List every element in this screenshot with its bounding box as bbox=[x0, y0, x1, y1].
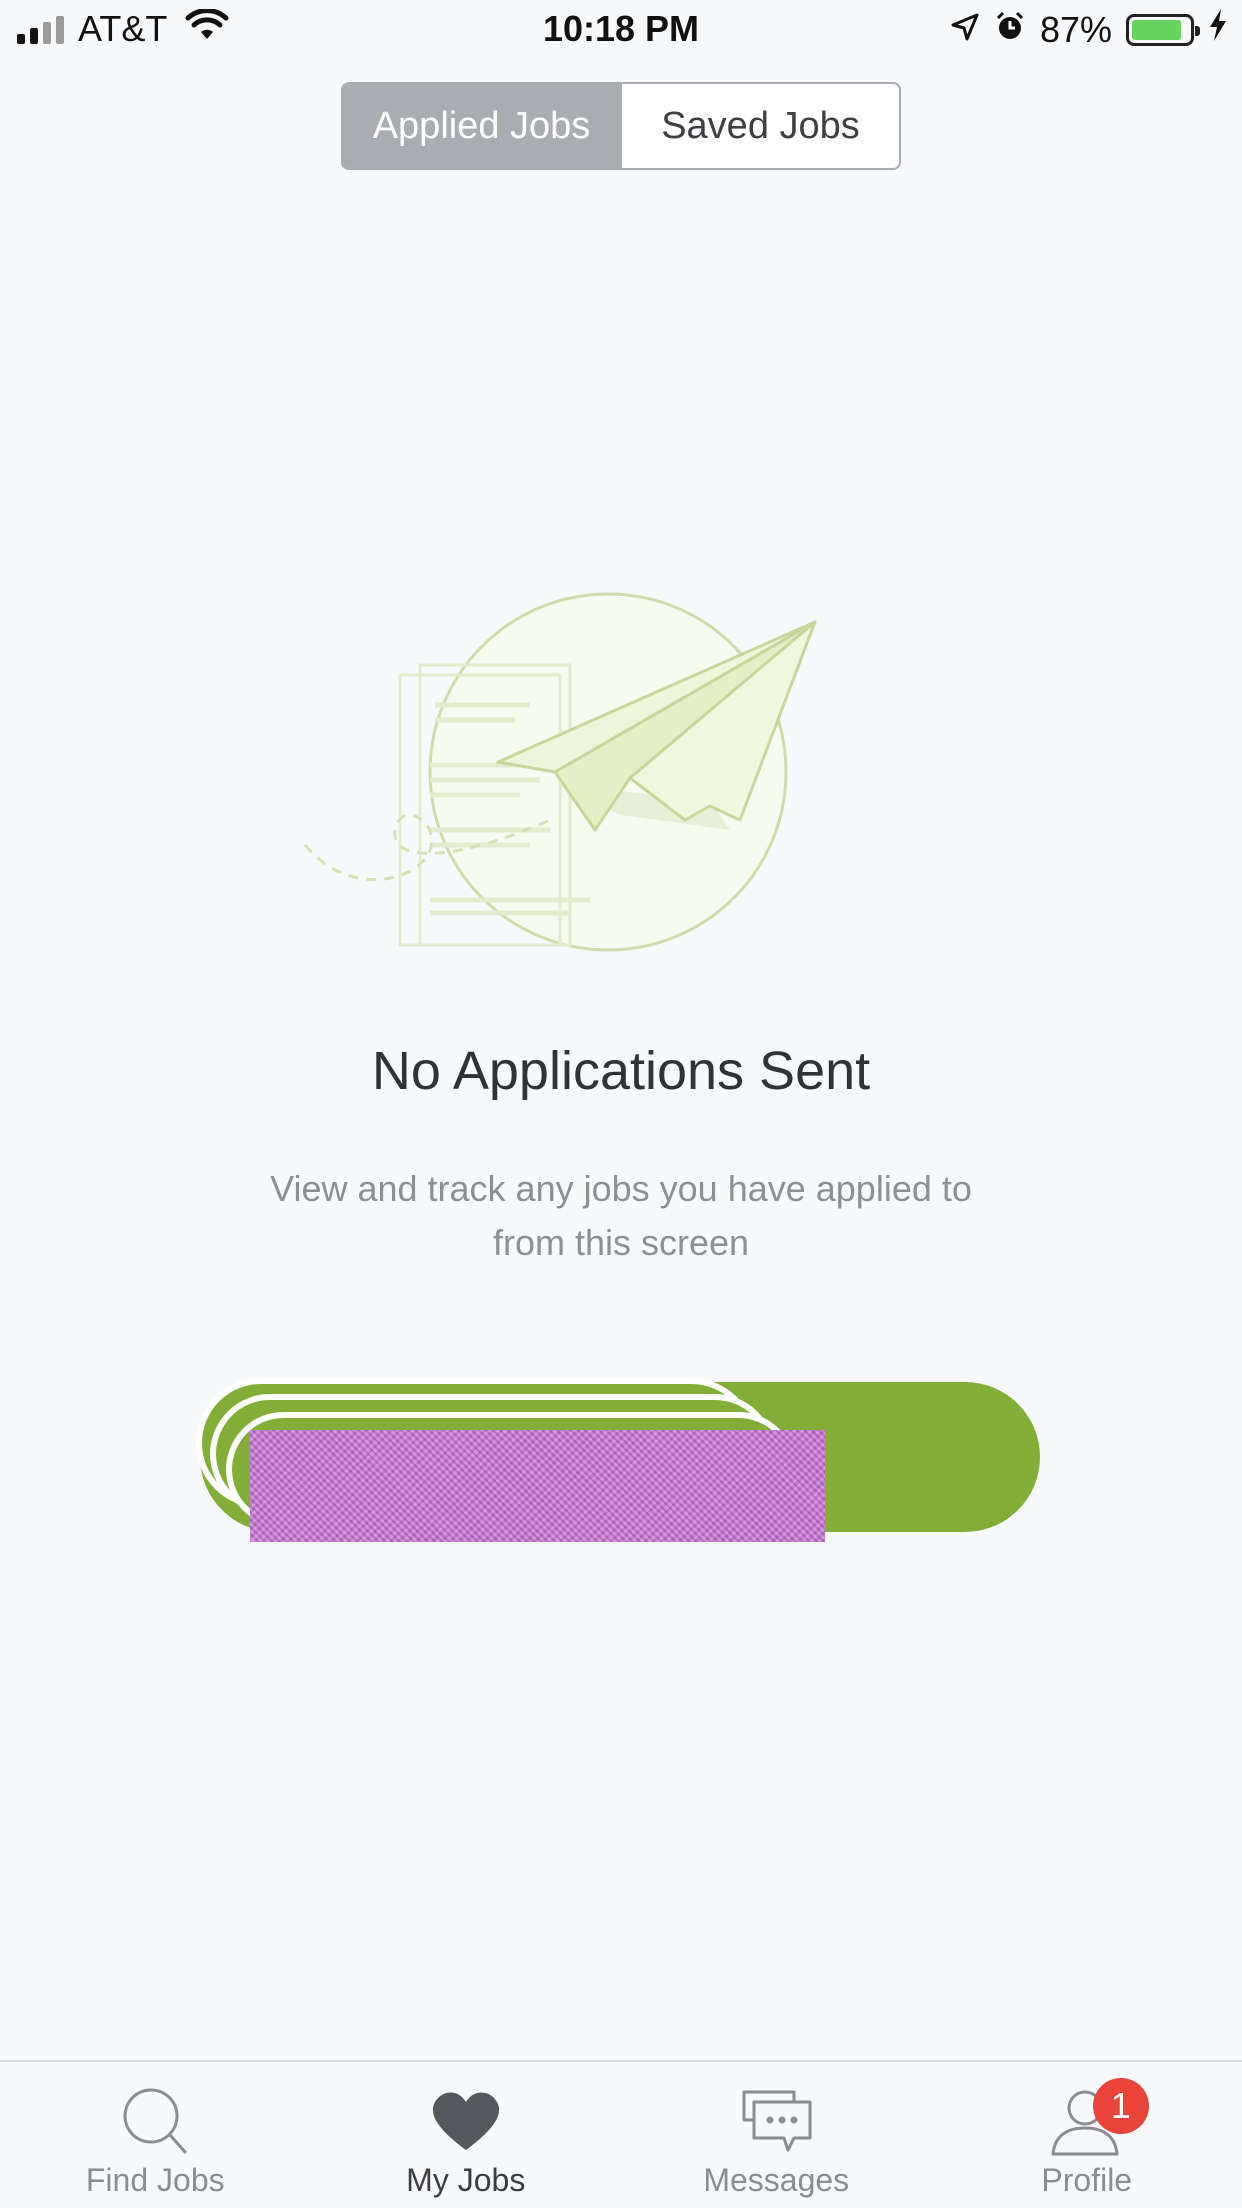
search-icon bbox=[115, 2086, 195, 2158]
tab-messages[interactable]: Messages bbox=[621, 2062, 932, 2208]
notification-badge: 1 bbox=[1092, 2078, 1149, 2134]
tab-find-jobs[interactable]: Find Jobs bbox=[0, 2062, 311, 2208]
chat-icon bbox=[736, 2086, 816, 2158]
heart-icon bbox=[426, 2086, 506, 2158]
person-icon: 1 bbox=[1047, 2078, 1149, 2158]
cta-label-redacted bbox=[250, 1430, 825, 1542]
jobs-segmented-control: Applied Jobs Saved Jobs bbox=[341, 82, 901, 170]
empty-state-description: View and track any jobs you have applied… bbox=[270, 1168, 972, 1263]
location-arrow-icon bbox=[950, 9, 980, 51]
tab-label: Find Jobs bbox=[85, 2162, 225, 2198]
status-bar: AT&T 10:18 PM 87% bbox=[0, 0, 1242, 62]
bottom-tab-bar: Find Jobs My Jobs Messages 1 Profile bbox=[0, 2060, 1242, 2208]
battery-level-fill bbox=[1132, 19, 1181, 40]
paper-plane-icon bbox=[290, 580, 850, 970]
charging-bolt-icon bbox=[1208, 8, 1228, 51]
status-right: 87% bbox=[950, 8, 1228, 51]
alarm-clock-icon bbox=[994, 9, 1026, 51]
battery-percent: 87% bbox=[1039, 8, 1112, 50]
tab-label: My Jobs bbox=[406, 2162, 526, 2198]
cta-area bbox=[190, 1370, 1050, 1550]
tab-label: Messages bbox=[703, 2162, 850, 2198]
segment-applied-jobs[interactable]: Applied Jobs bbox=[343, 84, 620, 168]
empty-state-title: No Applications Sent bbox=[371, 1041, 871, 1101]
segment-saved-jobs[interactable]: Saved Jobs bbox=[620, 84, 899, 168]
my-jobs-screen: AT&T 10:18 PM 87% Applied Jobs Saved Job… bbox=[0, 0, 1242, 2208]
tab-my-jobs[interactable]: My Jobs bbox=[311, 2062, 622, 2208]
tab-label: Profile bbox=[1041, 2162, 1133, 2198]
tab-profile[interactable]: 1 Profile bbox=[932, 2062, 1242, 2208]
battery-icon bbox=[1126, 13, 1200, 46]
